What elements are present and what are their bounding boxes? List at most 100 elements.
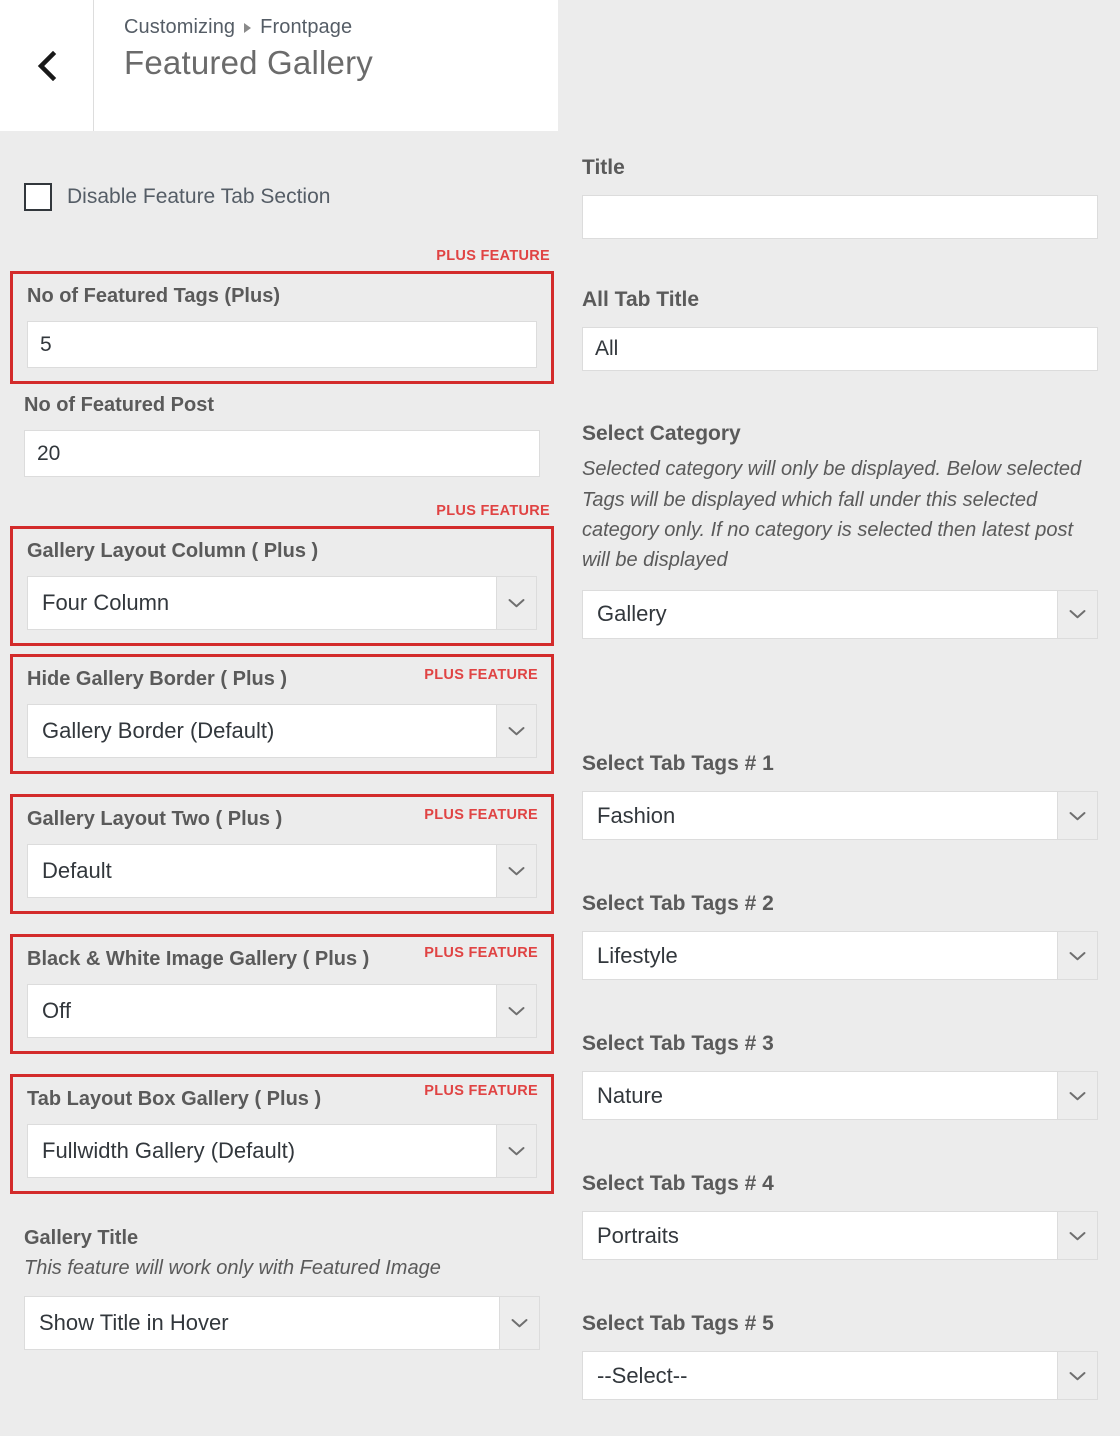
field-label: Select Tab Tags # 4 bbox=[582, 1171, 1098, 1196]
field-label: Select Tab Tags # 3 bbox=[582, 1031, 1098, 1056]
chevron-down-icon bbox=[1069, 1371, 1086, 1381]
left-settings-panel: Disable Feature Tab Section PLUS FEATURE… bbox=[0, 131, 558, 1436]
select-value: Fashion bbox=[583, 803, 1057, 829]
field-label: Select Category bbox=[582, 421, 1098, 446]
field-black-white-image-gallery: PLUS FEATURE Black & White Image Gallery… bbox=[10, 934, 554, 1054]
plus-feature-box: PLUS FEATURE Tab Layout Box Gallery ( Pl… bbox=[10, 1074, 554, 1194]
field-label: Select Tab Tags # 1 bbox=[582, 751, 1098, 776]
select-value: Lifestyle bbox=[583, 943, 1057, 969]
select-dropdown-button[interactable] bbox=[1057, 932, 1097, 979]
select-value: Gallery bbox=[583, 601, 1057, 627]
select-tab-tags-4-select[interactable]: Portraits bbox=[582, 1211, 1098, 1260]
disable-feature-tab-section-row[interactable]: Disable Feature Tab Section bbox=[24, 131, 534, 217]
field-title: Title bbox=[582, 155, 1098, 239]
field-label: Title bbox=[582, 155, 1098, 180]
select-value: Default bbox=[28, 858, 496, 884]
all-tab-title-input[interactable] bbox=[582, 327, 1098, 371]
select-dropdown-button[interactable] bbox=[1057, 1212, 1097, 1259]
chevron-down-icon bbox=[1069, 811, 1086, 821]
select-value: Show Title in Hover bbox=[25, 1310, 499, 1336]
field-description: This feature will work only with Feature… bbox=[24, 1253, 540, 1283]
tab-layout-box-gallery-select[interactable]: Fullwidth Gallery (Default) bbox=[27, 1124, 537, 1178]
select-dropdown-button[interactable] bbox=[496, 1125, 536, 1177]
select-dropdown-button[interactable] bbox=[496, 845, 536, 897]
breadcrumb-root[interactable]: Customizing bbox=[124, 16, 235, 39]
chevron-down-icon bbox=[508, 598, 525, 608]
field-label: Gallery Layout Column ( Plus ) bbox=[27, 539, 537, 564]
no-of-featured-post-input[interactable] bbox=[24, 430, 540, 477]
chevron-down-icon bbox=[511, 1318, 528, 1328]
disable-feature-tab-section-checkbox[interactable] bbox=[24, 183, 52, 211]
field-select-tab-tags-1: Select Tab Tags # 1 Fashion bbox=[582, 751, 1098, 840]
select-value: --Select-- bbox=[583, 1363, 1057, 1389]
header-right-spacer bbox=[558, 0, 1120, 131]
plus-feature-box: PLUS FEATURE Gallery Layout Two ( Plus )… bbox=[10, 794, 554, 914]
plus-feature-box: No of Featured Tags (Plus) bbox=[10, 271, 554, 384]
customizer-screen: Customizing Frontpage Featured Gallery D… bbox=[0, 0, 1120, 1436]
back-button[interactable] bbox=[0, 0, 94, 131]
chevron-down-icon bbox=[1069, 1231, 1086, 1241]
no-of-featured-tags-input[interactable] bbox=[27, 321, 537, 368]
plus-feature-box: PLUS FEATURE Hide Gallery Border ( Plus … bbox=[10, 654, 554, 774]
select-dropdown-button[interactable] bbox=[1057, 1352, 1097, 1399]
plus-feature-tag: PLUS FEATURE bbox=[424, 807, 538, 823]
field-label: Gallery Title bbox=[24, 1226, 540, 1251]
title-input[interactable] bbox=[582, 195, 1098, 239]
field-description: Selected category will only be displayed… bbox=[582, 454, 1098, 576]
page-title: Featured Gallery bbox=[124, 44, 558, 82]
select-dropdown-button[interactable] bbox=[496, 985, 536, 1037]
plus-feature-tag: PLUS FEATURE bbox=[424, 667, 538, 683]
right-settings-panel: Title All Tab Title Select Category Sele… bbox=[558, 131, 1120, 1436]
field-select-tab-tags-3: Select Tab Tags # 3 Nature bbox=[582, 1031, 1098, 1120]
field-select-tab-tags-5: Select Tab Tags # 5 --Select-- bbox=[582, 1311, 1098, 1400]
disable-feature-tab-section-label: Disable Feature Tab Section bbox=[67, 185, 330, 209]
field-label: All Tab Title bbox=[582, 287, 1098, 312]
select-tab-tags-3-select[interactable]: Nature bbox=[582, 1071, 1098, 1120]
plus-feature-box: PLUS FEATURE Black & White Image Gallery… bbox=[10, 934, 554, 1054]
chevron-down-icon bbox=[1069, 609, 1086, 619]
select-tab-tags-2-select[interactable]: Lifestyle bbox=[582, 931, 1098, 980]
header-text-block: Customizing Frontpage Featured Gallery bbox=[94, 0, 558, 131]
chevron-down-icon bbox=[1069, 951, 1086, 961]
breadcrumb-separator-icon bbox=[244, 23, 251, 33]
select-dropdown-button[interactable] bbox=[1057, 1072, 1097, 1119]
chevron-down-icon bbox=[508, 726, 525, 736]
chevron-down-icon bbox=[508, 1146, 525, 1156]
panel-header: Customizing Frontpage Featured Gallery bbox=[0, 0, 558, 131]
gallery-layout-two-select[interactable]: Default bbox=[27, 844, 537, 898]
plus-feature-tag: PLUS FEATURE bbox=[424, 945, 538, 961]
field-label: Select Tab Tags # 5 bbox=[582, 1311, 1098, 1336]
black-white-image-gallery-select[interactable]: Off bbox=[27, 984, 537, 1038]
field-gallery-layout-column: PLUS FEATURE Gallery Layout Column ( Plu… bbox=[10, 505, 554, 646]
field-label: Select Tab Tags # 2 bbox=[582, 891, 1098, 916]
select-category-select[interactable]: Gallery bbox=[582, 590, 1098, 639]
field-gallery-layout-two: PLUS FEATURE Gallery Layout Two ( Plus )… bbox=[10, 794, 554, 914]
select-value: Off bbox=[28, 998, 496, 1024]
breadcrumb: Customizing Frontpage bbox=[124, 16, 558, 39]
field-select-tab-tags-2: Select Tab Tags # 2 Lifestyle bbox=[582, 891, 1098, 980]
plus-feature-tag: PLUS FEATURE bbox=[424, 1083, 538, 1099]
plus-feature-tag: PLUS FEATURE bbox=[436, 248, 550, 264]
select-dropdown-button[interactable] bbox=[496, 705, 536, 757]
select-dropdown-button[interactable] bbox=[499, 1297, 539, 1349]
chevron-down-icon bbox=[508, 866, 525, 876]
select-dropdown-button[interactable] bbox=[496, 577, 536, 629]
field-no-of-featured-post: No of Featured Post bbox=[24, 393, 540, 477]
field-select-tab-tags-4: Select Tab Tags # 4 Portraits bbox=[582, 1171, 1098, 1260]
select-value: Nature bbox=[583, 1083, 1057, 1109]
gallery-title-select[interactable]: Show Title in Hover bbox=[24, 1296, 540, 1350]
select-dropdown-button[interactable] bbox=[1057, 792, 1097, 839]
select-tab-tags-1-select[interactable]: Fashion bbox=[582, 791, 1098, 840]
select-value: Gallery Border (Default) bbox=[28, 718, 496, 744]
hide-gallery-border-select[interactable]: Gallery Border (Default) bbox=[27, 704, 537, 758]
gallery-layout-column-select[interactable]: Four Column bbox=[27, 576, 537, 630]
back-chevron-icon bbox=[36, 51, 58, 81]
field-label: No of Featured Post bbox=[24, 393, 540, 418]
plus-feature-tag: PLUS FEATURE bbox=[436, 503, 550, 519]
field-no-of-featured-tags: PLUS FEATURE No of Featured Tags (Plus) bbox=[10, 250, 554, 384]
field-gallery-title: Gallery Title This feature will work onl… bbox=[24, 1226, 540, 1350]
select-tab-tags-5-select[interactable]: --Select-- bbox=[582, 1351, 1098, 1400]
select-value: Portraits bbox=[583, 1223, 1057, 1249]
field-select-category: Select Category Selected category will o… bbox=[582, 421, 1098, 639]
select-dropdown-button[interactable] bbox=[1057, 591, 1097, 638]
